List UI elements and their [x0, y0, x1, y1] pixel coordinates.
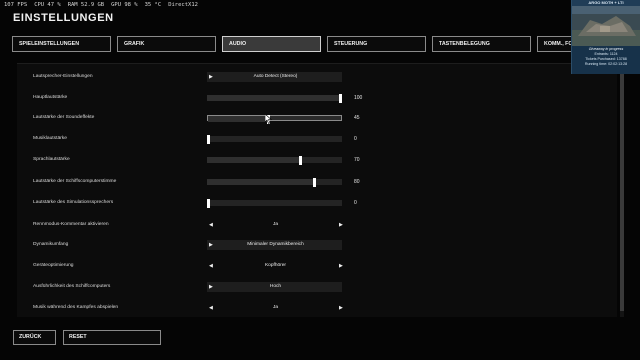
master-volume-slider[interactable] [207, 93, 342, 103]
setting-label: Sprachlautstärke [33, 157, 70, 162]
speaker-selector[interactable]: ▶ Auto Detect (Stereo) [207, 72, 342, 82]
setting-row-sfx-volume: Lautstärke der Soundeffekte 45 [33, 113, 373, 124]
selector-value: Hoch [269, 284, 282, 289]
device-selector[interactable]: ◀ Kopfhörer ▶ [207, 261, 343, 271]
slider-fill [207, 95, 339, 101]
settings-scrollbar[interactable] [620, 63, 624, 317]
fight-music-selector[interactable]: ◀ Ja ▶ [207, 303, 343, 313]
tab-tastenbelegung[interactable]: TASTENBELEGUNG [432, 36, 531, 52]
arrow-right-icon[interactable]: ▶ [339, 220, 343, 230]
slider-value: 70 [354, 157, 360, 163]
slider-thumb[interactable] [312, 177, 316, 187]
reset-button[interactable]: RESET [63, 330, 161, 345]
slider-value: 0 [354, 136, 357, 142]
slider-fill [207, 179, 313, 185]
arrow-right-icon[interactable]: ▶ [209, 240, 213, 250]
setting-label: Lautstärke der Soundeffekte [33, 115, 95, 120]
tab-audio[interactable]: AUDIO [222, 36, 321, 52]
slider-thumb[interactable] [299, 155, 303, 165]
fps-readout: 107 FPS [4, 2, 28, 8]
camera-scene-image [572, 6, 640, 46]
scrollbar-thumb[interactable] [620, 63, 624, 311]
mouse-cursor-icon [265, 114, 273, 124]
slider-value: 0 [354, 200, 357, 206]
setting-row-commentary: Rennmodus-Kommentar aktivieren ◀ Ja ▶ [33, 220, 373, 230]
selector-value: Ja [272, 305, 279, 310]
performance-overlay: 107 FPS CPU 47 % RAM 52.9 GB GPU 98 % 35… [4, 1, 198, 10]
setting-row-master-volume: Hauptlautstärke 100 [33, 93, 373, 103]
slider-value: 45 [354, 115, 360, 121]
slider-fill [207, 157, 300, 163]
page-title: EINSTELLUNGEN [13, 12, 114, 24]
setting-row-sim-speaker-volume: Lautstärke des Simulationssprechers 0 [33, 198, 373, 208]
setting-label: Lautsprecher-Einstellungen [33, 74, 93, 79]
back-button[interactable]: ZURÜCK [13, 330, 56, 345]
setting-label: Musiklautstärke [33, 136, 67, 141]
arrow-left-icon[interactable]: ◀ [209, 261, 213, 271]
ram-readout: RAM 52.9 GB [67, 2, 105, 8]
api-readout: DirectX12 [168, 2, 198, 8]
stream-giveaway-overlay: ARGO MOTH + LTI Giveaway in progress Ent… [571, 0, 640, 74]
setting-label: Rennmodus-Kommentar aktivieren [33, 222, 109, 227]
voice-volume-slider[interactable] [207, 155, 342, 165]
arrow-right-icon[interactable]: ▶ [339, 261, 343, 271]
dynamics-selector[interactable]: ▶ Minimaler Dynamikbereich [207, 240, 342, 250]
setting-label: Geräteoptimierung [33, 263, 74, 268]
gpu-readout: GPU 98 % [111, 2, 138, 8]
setting-row-ship-ai-volume: Lautstärke der Schiffscomputerstimme 80 [33, 177, 373, 187]
setting-label: Hauptlautstärke [33, 95, 68, 100]
arrow-left-icon[interactable]: ◀ [209, 220, 213, 230]
tab-steuerung[interactable]: STEUERUNG [327, 36, 426, 52]
setting-row-voice-volume: Sprachlautstärke 70 [33, 155, 373, 165]
tab-grafik[interactable]: GRAFIK [117, 36, 216, 52]
webcam-image [572, 6, 640, 46]
slider-thumb[interactable] [207, 134, 210, 144]
setting-label: Ausführlichkeit des Schiffcomputers [33, 284, 111, 289]
selector-value: Ja [272, 222, 279, 227]
slider-value: 80 [354, 179, 360, 185]
setting-label: Lautstärke des Simulationssprechers [33, 200, 114, 205]
gpu-temp-readout: 35 °C [144, 2, 162, 8]
selector-value: Minimaler Dynamikbereich [247, 242, 304, 247]
ship-ai-volume-slider[interactable] [207, 177, 342, 187]
music-volume-slider[interactable] [207, 134, 342, 144]
setting-row-device: Geräteoptimierung ◀ Kopfhörer ▶ [33, 261, 373, 271]
setting-label: Musik während des Kampfes abspielen [33, 305, 119, 310]
slider-fill [208, 116, 267, 122]
sim-speaker-volume-slider[interactable] [207, 198, 342, 208]
selector-value: Kopfhörer [264, 263, 287, 268]
arrow-right-icon[interactable]: ▶ [339, 303, 343, 313]
sfx-volume-slider[interactable] [207, 114, 342, 124]
setting-row-dynamics: Dynamikumfang ▶ Minimaler Dynamikbereich [33, 240, 373, 250]
slider-thumb[interactable] [339, 93, 342, 103]
giveaway-runtime: Running time: 02:02:13:28 [584, 62, 628, 66]
setting-label: Lautstärke der Schiffscomputerstimme [33, 179, 117, 184]
slider-thumb[interactable] [207, 198, 210, 208]
commentary-selector[interactable]: ◀ Ja ▶ [207, 220, 343, 230]
setting-row-music-volume: Musiklautstärke 0 [33, 134, 373, 144]
arrow-left-icon[interactable]: ◀ [209, 303, 213, 313]
setting-row-verbosity: Ausführlichkeit des Schiffcomputers ▶ Ho… [33, 282, 373, 292]
setting-row-fight-music: Musik während des Kampfes abspielen ◀ Ja… [33, 303, 373, 313]
slider-value: 100 [354, 95, 363, 101]
arrow-right-icon[interactable]: ▶ [209, 282, 213, 292]
selector-value: Auto Detect (Stereo) [253, 74, 298, 79]
cpu-readout: CPU 47 % [34, 2, 61, 8]
setting-label: Dynamikumfang [33, 242, 69, 247]
arrow-right-icon[interactable]: ▶ [209, 72, 213, 82]
setting-row-speaker: Lautsprecher-Einstellungen ▶ Auto Detect… [33, 72, 373, 82]
tab-spieleinstellungen[interactable]: SPIELEINSTELLUNGEN [12, 36, 111, 52]
verbosity-selector[interactable]: ▶ Hoch [207, 282, 342, 292]
